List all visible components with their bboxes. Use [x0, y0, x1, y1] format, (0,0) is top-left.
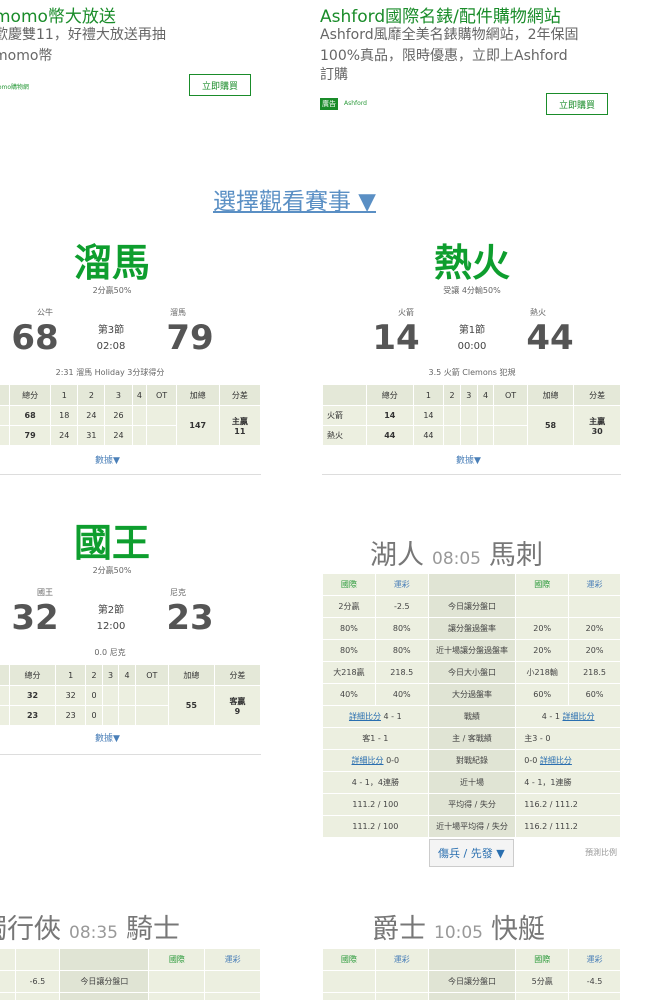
- detail-score-link[interactable]: 詳細比分: [349, 712, 381, 721]
- game3-last-play: 0.0 尼克: [94, 648, 126, 657]
- game3-headline: 國王: [73, 521, 150, 565]
- game3-away-score: 32: [11, 598, 59, 638]
- game2-sub: 受讓 4分輸50%: [443, 286, 501, 295]
- game3-scoreboard: 總分 1 2 3 4 OT 加總 分差 32 32 0 55 客贏 9 23 23…: [0, 664, 262, 726]
- hdr-q2: 2: [77, 384, 106, 406]
- table-row: 4 - 1，4連勝 近十場 4 - 1，1連勝: [322, 771, 621, 794]
- table-row: 80% 80% 近十場讓分盤過盤率 20% 20%: [322, 639, 621, 662]
- game3-home-score: 23: [166, 598, 214, 638]
- ad-right-title[interactable]: Ashford國際名錶/配件購物網站: [320, 2, 561, 27]
- game2-clock: 00:00: [457, 341, 487, 352]
- ad-left-title[interactable]: momo幣大放送: [0, 2, 116, 27]
- game2-home-score: 44: [526, 318, 574, 358]
- home-team: 馬刺: [489, 540, 543, 571]
- select-event-link[interactable]: 選擇觀看賽事 ▼: [213, 182, 376, 216]
- away-team: 獨行俠: [0, 914, 61, 945]
- game1-last-play: 2:31 溜馬 Holiday 3分球得分: [55, 368, 165, 377]
- table-row: 111.2 / 100 平均得 / 失分 116.2 / 111.2: [322, 793, 621, 816]
- table-row: 32 32 0 55 客贏 9: [0, 685, 262, 726]
- table-row: 客1 - 1 主 / 客戰績 主3 - 0: [322, 727, 621, 750]
- game1-sum: 147: [175, 405, 220, 446]
- predict-ratio-link[interactable]: 預測比例: [585, 847, 617, 858]
- table-row: 40% 40% 大分過盤率 60% 60%: [322, 683, 621, 706]
- table-row: 大218贏 218.5 今日大小盤口 小218輸 218.5: [322, 661, 621, 684]
- odds-table: 國際 運彩 國際 運彩 今日讓分盤口 5分贏 -4.5: [322, 948, 621, 1000]
- game3-away-name: 國王: [37, 588, 53, 597]
- hdr-total: 總分: [8, 384, 52, 406]
- table-row: -6.5 今日讓分盤口: [0, 970, 261, 993]
- matchup-jazz-clippers: 爵士 10:05 快艇: [372, 907, 545, 946]
- game3-data-link[interactable]: 數據▼: [95, 731, 120, 744]
- hdr-ot: OT: [146, 384, 177, 406]
- game1-data-link[interactable]: 數據▼: [95, 453, 120, 466]
- ad-left-buy-button[interactable]: 立即購買: [189, 74, 251, 96]
- detail-score-link[interactable]: 詳細比分: [352, 756, 384, 765]
- injury-lineup-button[interactable]: 傷兵 / 先發 ▼: [429, 839, 514, 867]
- game3-clock: 12:00: [96, 621, 126, 632]
- divider: [0, 474, 261, 475]
- table-row: 火箭 14 14 58 主贏 30: [322, 405, 621, 446]
- ad-left-desc-2: momo幣: [0, 48, 53, 64]
- table-row: 詳細比分 4 - 1 戰績 4 - 1 詳細比分: [322, 705, 621, 728]
- game1-away-score: 68: [11, 318, 59, 358]
- game1-diff: 主贏 11: [218, 405, 262, 446]
- ad-right-desc-3: 訂購: [320, 67, 348, 83]
- game1-home-name: 溜馬: [170, 308, 186, 317]
- divider: [0, 754, 261, 755]
- game2-period: 第1節: [458, 325, 486, 336]
- detail-score-link[interactable]: 詳細比分: [562, 712, 594, 721]
- game3-home-name: 尼克: [170, 588, 186, 597]
- game1-clock: 02:08: [96, 341, 126, 352]
- away-team: 爵士: [372, 914, 426, 945]
- divider: [322, 474, 621, 475]
- game3-sub: 2分贏50%: [92, 566, 132, 575]
- table-row: 2分贏 -2.5 今日讓分盤口: [322, 595, 621, 618]
- game1-sub: 2分贏50%: [92, 286, 132, 295]
- odds-table: 國際 運彩 國際 運彩 2分贏 -2.5 今日讓分盤口 80% 80% 讓分盤過盤率…: [322, 573, 621, 838]
- home-team: 快艇: [491, 914, 545, 945]
- game2-away-score: 14: [372, 318, 420, 358]
- game2-last-play: 3.5 火箭 Clemons 犯規: [428, 368, 516, 377]
- game1-period: 第3節: [97, 325, 125, 336]
- game2-headline: 熱火: [433, 241, 510, 285]
- game1-home-score: 79: [166, 318, 214, 358]
- game1-away-name: 公牛: [37, 308, 53, 317]
- ad-left-source: momo購物網: [0, 84, 30, 91]
- table-row: [322, 992, 621, 1000]
- table-row: [0, 992, 261, 1000]
- matchup-lakers-spurs: 湖人 08:05 馬刺: [370, 533, 543, 572]
- hdr-q1: 1: [50, 384, 79, 406]
- game3-period: 第2節: [97, 605, 125, 616]
- hdr-diff: 分差: [218, 384, 262, 406]
- hdr-q3: 3: [104, 384, 133, 406]
- table-row: 111.2 / 100 近十場平均得 / 失分 116.2 / 111.2: [322, 815, 621, 838]
- game2-home-name: 熱火: [530, 308, 546, 317]
- odds-table: 國際 運彩 -6.5 今日讓分盤口: [0, 948, 261, 1000]
- game2-data-link[interactable]: 數據▼: [456, 453, 481, 466]
- detail-score-link[interactable]: 詳細比分: [540, 756, 572, 765]
- hdr-sum: 加總: [175, 384, 220, 406]
- hdr-q4: 4: [131, 384, 148, 406]
- table-row: 80% 80% 讓分盤過盤率 20% 20%: [322, 617, 621, 640]
- game2-scoreboard: 總分 1 2 3 4 OT 加總 分差 火箭 14 14 58 主贏 30 熱火 …: [322, 384, 621, 446]
- away-team: 湖人: [370, 540, 424, 571]
- ad-right-buy-button[interactable]: 立即購買: [546, 93, 608, 115]
- matchup-mavs-cavs: 獨行俠 08:35 騎士: [0, 907, 180, 946]
- game2-away-name: 火箭: [398, 308, 414, 317]
- game1-scoreboard: 總分 1 2 3 4 OT 加總 分差 68 18 24 26 147 主贏 11…: [0, 384, 262, 446]
- ad-right-desc-1: Ashford風靡全美名錶購物網站，2年保固: [320, 27, 579, 43]
- ad-right-source: Ashford: [344, 100, 367, 107]
- game-time: 10:05: [434, 923, 483, 943]
- table-row: 詳細比分 0-0 對戰紀錄 0-0 詳細比分: [322, 749, 621, 772]
- table-row: 今日讓分盤口 5分贏 -4.5: [322, 970, 621, 993]
- game1-headline: 溜馬: [73, 241, 150, 285]
- game-time: 08:05: [432, 549, 481, 569]
- game-time: 08:35: [69, 923, 118, 943]
- ad-left-desc-1: 歡慶雙11，好禮大放送再抽: [0, 27, 166, 43]
- home-team: 騎士: [126, 914, 180, 945]
- table-row: 68 18 24 26 147 主贏 11: [0, 405, 262, 446]
- ad-right-desc-2: 100%真品，限時優惠，立即上Ashford: [320, 48, 568, 64]
- ad-right-tag: 廣告: [320, 98, 338, 110]
